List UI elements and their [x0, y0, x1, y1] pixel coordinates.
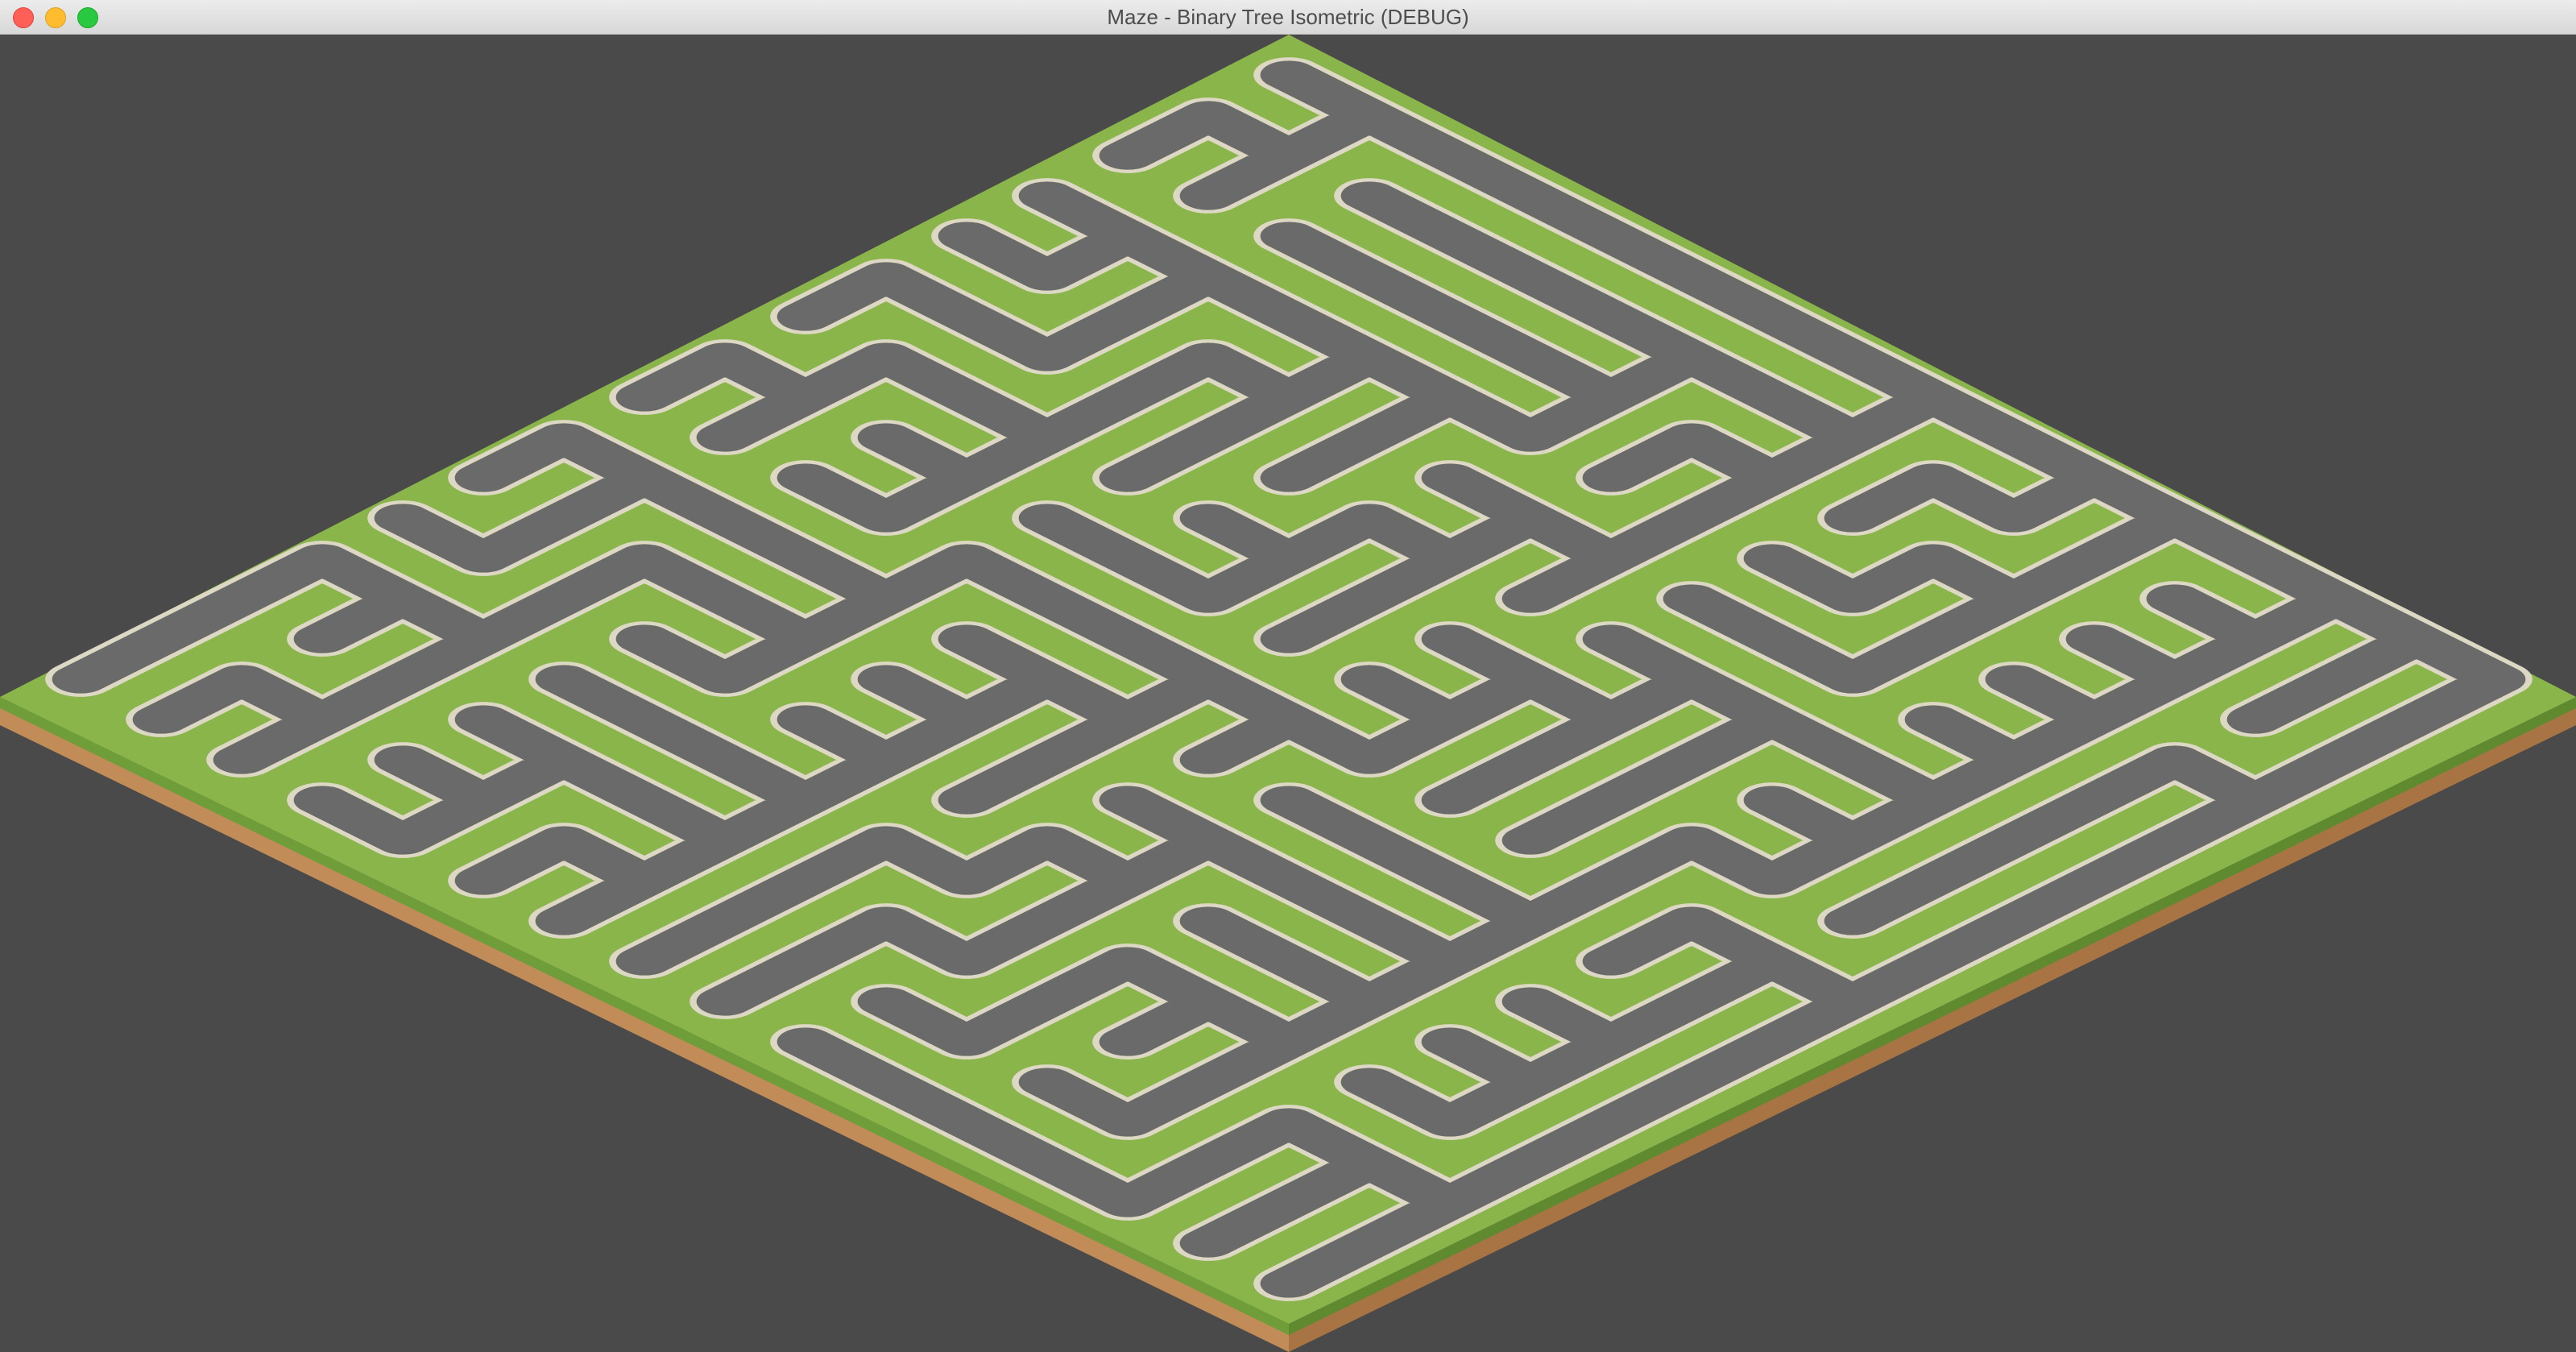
- isometric-maze-board: [0, 35, 2576, 1352]
- maze-viewport[interactable]: [0, 35, 2576, 1352]
- title-bar: Maze - Binary Tree Isometric (DEBUG): [0, 0, 2576, 35]
- window-title: Maze - Binary Tree Isometric (DEBUG): [1107, 5, 1469, 29]
